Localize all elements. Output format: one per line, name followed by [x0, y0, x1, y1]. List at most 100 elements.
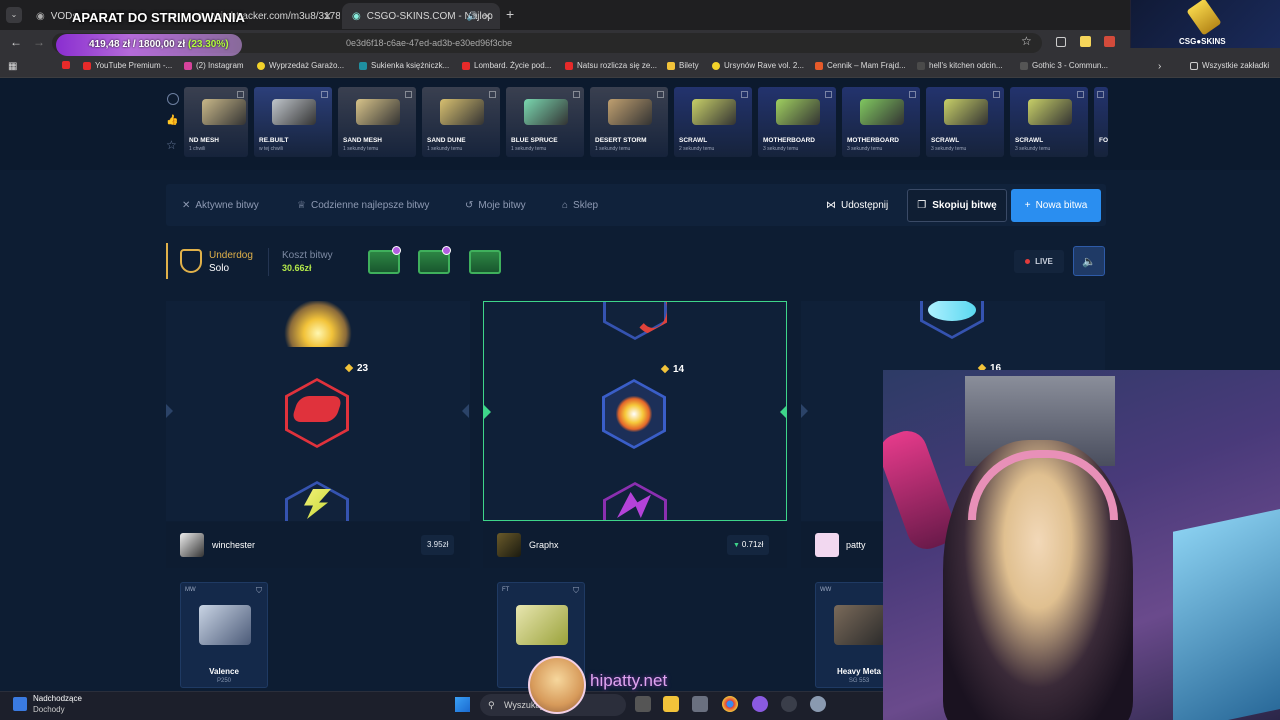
- tab-csgo-skins[interactable]: ◉ CSGO-SKINS.COM - Najlep 🔊 ✕: [342, 3, 500, 29]
- star-icon[interactable]: ☆: [166, 138, 177, 152]
- pistol-icon: [516, 605, 568, 645]
- store-icon[interactable]: [692, 696, 708, 712]
- forward-icon[interactable]: →: [33, 35, 45, 49]
- drop-name: MOTHERBOARD: [847, 137, 899, 144]
- taskview-icon[interactable]: [635, 696, 651, 712]
- case-hex: [285, 481, 349, 521]
- case-chest[interactable]: [469, 250, 501, 274]
- bookmark-item[interactable]: Gothic 3 - Commun...: [1020, 61, 1108, 70]
- tab-list-button[interactable]: ⌄: [6, 7, 22, 23]
- case-hex: [920, 301, 984, 339]
- extension-icon[interactable]: [1080, 36, 1091, 47]
- recent-drop-item[interactable]: FO RID: [1094, 87, 1108, 157]
- bookmark-item[interactable]: Sukienka księżniczk...: [359, 61, 449, 70]
- bookmark-item[interactable]: Ursynów Rave vol. 2...: [712, 61, 804, 70]
- extension-icon[interactable]: [1056, 37, 1066, 47]
- case-badge: [392, 246, 401, 255]
- battle-mode: Underdog: [209, 250, 253, 261]
- weapon-icon: [608, 99, 652, 125]
- calendar-icon[interactable]: [13, 697, 27, 711]
- bookmark-folder[interactable]: Wszystkie zakładki: [1190, 61, 1269, 70]
- close-icon[interactable]: ✕: [323, 10, 332, 23]
- chevron-right-icon: [166, 404, 173, 418]
- new-battle-button[interactable]: + Nowa bitwa: [1011, 189, 1101, 222]
- folder-icon[interactable]: [663, 696, 679, 712]
- avatar: [497, 533, 521, 557]
- share-button[interactable]: ⋈ Udostępnij: [826, 200, 888, 211]
- weapon-icon: [524, 99, 568, 125]
- bookmark-item[interactable]: Lombard. Życie pod...: [462, 61, 551, 70]
- windows-taskbar: [0, 691, 883, 720]
- clock-icon[interactable]: [167, 93, 179, 105]
- battle-cost-label: Koszt bitwy: [282, 250, 333, 261]
- recent-drop-item[interactable]: BLUE SPRUCE 1 sekundy temu: [506, 87, 584, 157]
- sound-toggle-button[interactable]: 🔈: [1073, 246, 1105, 276]
- star-icon[interactable]: ☆: [1021, 34, 1032, 48]
- recent-drop-item[interactable]: MOTHERBOARD 3 sekundy temu: [758, 87, 836, 157]
- square-icon: [657, 91, 664, 98]
- nav-daily-best[interactable]: ♕ Codzienne najlepsze bitwy: [297, 200, 429, 211]
- nav-my-battles[interactable]: ↺ Moje bitwy: [465, 200, 526, 211]
- app-icon[interactable]: [781, 696, 797, 712]
- drop-name: SAND DUNE: [427, 137, 466, 144]
- recent-drop-item[interactable]: SCRAWL 3 sekundy temu: [1010, 87, 1088, 157]
- case-hex: [603, 302, 667, 340]
- drop-name: DESERT STORM: [595, 137, 647, 144]
- plus-icon: +: [1024, 200, 1031, 211]
- square-icon: [1077, 91, 1084, 98]
- weapon-icon: [272, 99, 316, 125]
- square-icon: [573, 91, 580, 98]
- copy-battle-button[interactable]: ❐ Skopiuj bitwę: [907, 189, 1007, 222]
- extension-icon[interactable]: [1104, 36, 1115, 47]
- new-tab-button[interactable]: +: [506, 6, 514, 22]
- bookmark-item[interactable]: Cennik – Mam Frajd...: [815, 61, 906, 70]
- explosion-icon: [284, 301, 352, 347]
- shield-check-icon: ⛉: [256, 586, 262, 595]
- recent-drop-item[interactable]: DESERT STORM 1 sekundy temu: [590, 87, 668, 157]
- chrome-icon[interactable]: [722, 696, 738, 712]
- case-hex: [603, 482, 667, 520]
- weapon-icon: [1028, 99, 1072, 125]
- speaker-icon: 🔊: [466, 10, 478, 21]
- csgo-skins-logo: CSG●SKINS: [1130, 0, 1280, 48]
- bookmark-item[interactable]: (2) Instagram: [184, 61, 244, 70]
- player-name: patty: [846, 540, 866, 550]
- drop-time: 1 sekundy temu: [511, 146, 547, 152]
- recent-drop-item[interactable]: ND MESH 1 chwili: [184, 87, 248, 157]
- drop-name: SCRAWL: [679, 137, 708, 144]
- live-dot-icon: [1025, 259, 1031, 264]
- recent-drop-item[interactable]: SCRAWL 3 sekundy temu: [926, 87, 1004, 157]
- close-icon[interactable]: ✕: [483, 10, 492, 23]
- weapon-icon: [440, 99, 484, 125]
- streamer-avatar: [528, 656, 586, 714]
- drop-name: SCRAWL: [1015, 137, 1044, 144]
- drop-time: 1 sekundy temu: [343, 146, 379, 152]
- nav-shop[interactable]: ⌂ Sklep: [562, 200, 598, 211]
- bookmark-item[interactable]: Bilety: [667, 61, 699, 70]
- bookmark-item[interactable]: YouTube Premium -...: [83, 61, 172, 70]
- drop-name: SAND MESH: [343, 137, 383, 144]
- drop-name: ND MESH: [189, 137, 219, 144]
- recent-drop-item[interactable]: SCRAWL 2 sekundy temu: [674, 87, 752, 157]
- bookmark-item[interactable]: Wyprzedaż Garażo...: [257, 61, 344, 70]
- windows-start-icon[interactable]: [455, 697, 470, 712]
- bookmark-item[interactable]: hell's kitchen odcin...: [917, 61, 1003, 70]
- chevron-right-icon[interactable]: ›: [1158, 61, 1161, 72]
- bookmark-item[interactable]: Natsu rozlicza się ze...: [565, 61, 657, 70]
- chevron-left-icon: [780, 405, 786, 419]
- recent-drop-item[interactable]: SAND DUNE 1 sekundy temu: [422, 87, 500, 157]
- bookmark-item[interactable]: [62, 61, 70, 69]
- chevron-right-icon: [801, 404, 808, 418]
- recent-drop-item[interactable]: MOTHERBOARD 3 sekundy temu: [842, 87, 920, 157]
- recent-drop-item[interactable]: SAND MESH 1 sekundy temu: [338, 87, 416, 157]
- nav-active-battles[interactable]: ✕ Aktywne bitwy: [182, 200, 259, 211]
- app-icon[interactable]: [752, 696, 768, 712]
- apps-icon[interactable]: ▦: [8, 61, 17, 72]
- recent-drop-item[interactable]: RE.BUILT w tej chwili: [254, 87, 332, 157]
- back-icon[interactable]: ←: [10, 35, 22, 49]
- settings-icon[interactable]: [810, 696, 826, 712]
- square-icon: [993, 91, 1000, 98]
- won-item-card[interactable]: MW ⛉ Valence P250: [180, 582, 268, 688]
- player-value: 3.95zł: [421, 535, 455, 555]
- thumbs-up-icon[interactable]: 👍: [166, 115, 178, 126]
